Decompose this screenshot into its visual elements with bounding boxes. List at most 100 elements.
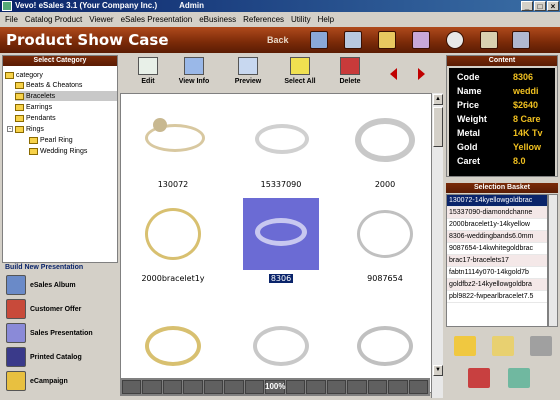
folder-icon	[15, 81, 24, 89]
next-arrow-icon[interactable]	[418, 68, 425, 80]
basket-list: 130072-14kyellowgoldbrac 15337090-diamon…	[446, 194, 548, 327]
product-thumbnail[interactable]: 130072	[123, 104, 223, 189]
basket-item[interactable]: goldfbz2-14kyellowgoldbra	[447, 279, 547, 291]
tree-item-bracelets[interactable]: Bracelets	[15, 91, 117, 101]
product-thumbnail[interactable]: 2000	[335, 104, 435, 189]
basket-item[interactable]: pbl9822-fwpearlbracelet7.5	[447, 291, 547, 303]
folder-icon	[5, 71, 14, 79]
printer-icon	[6, 347, 26, 367]
basket-item[interactable]: 9087654-14kwhitegoldbrac	[447, 243, 547, 255]
title-bar: Vevo! eSales 3.1 (Your Company Inc.) Adm…	[0, 0, 560, 12]
content-details: Code 8306 Name weddi Price $2640 Weight 8 Ca…	[449, 68, 555, 176]
esales-album-button[interactable]: eSales Album	[6, 274, 76, 296]
campaign-icon	[6, 371, 26, 391]
menu-ebusiness[interactable]: eBusiness	[197, 15, 241, 24]
open-folder-icon[interactable]	[454, 336, 476, 356]
gallery-scrollbar[interactable]: ▲ ▼	[431, 93, 443, 398]
ring-image	[243, 198, 319, 270]
field-value: Yellow	[513, 142, 542, 152]
field-value: $2640	[513, 100, 539, 110]
user-name: Admin	[179, 1, 204, 10]
field-label: Price	[457, 100, 480, 110]
album-icon[interactable]	[344, 31, 362, 49]
offer-icon	[6, 299, 26, 319]
catalog-icon[interactable]	[310, 31, 328, 49]
sales-presentation-button[interactable]: Sales Presentation	[6, 322, 93, 344]
folder-icon	[15, 103, 24, 111]
menu-catalog-product[interactable]: Catalog Product	[23, 15, 87, 24]
tree-item-category[interactable]: category	[5, 70, 43, 80]
view-info-button[interactable]: View Info	[170, 57, 218, 91]
view-info-icon	[184, 57, 204, 75]
ecampaign-button[interactable]: eCampaign	[6, 370, 68, 392]
basket-item[interactable]: fabtn1114y070-14kgold7b	[447, 267, 547, 279]
minimize-button[interactable]: _	[521, 1, 533, 11]
recycle-bin-icon[interactable]	[508, 368, 530, 388]
tree-item-wedding-rings[interactable]: Wedding Rings	[29, 146, 87, 156]
ring-image	[347, 104, 423, 176]
product-thumbnail[interactable]: 15337090	[231, 104, 331, 189]
field-value: 8.0	[513, 156, 526, 166]
content-panel-title: Content	[447, 56, 557, 66]
edit-button[interactable]: Edit	[124, 57, 172, 91]
menu-references[interactable]: References	[241, 15, 289, 24]
basket-item[interactable]: 8306-weddingbands6.0mm	[447, 231, 547, 243]
window-title: Vevo! eSales 3.1 (Your Company Inc.) Adm…	[15, 1, 204, 10]
back-button[interactable]: Back	[267, 35, 289, 45]
close-button[interactable]: ×	[547, 1, 559, 11]
menu-esales-presentation[interactable]: eSales Presentation	[119, 15, 198, 24]
menu-help[interactable]: Help	[316, 15, 339, 24]
printed-catalog-button[interactable]: Printed Catalog	[6, 346, 82, 368]
mail-icon[interactable]	[378, 31, 396, 49]
delete-button[interactable]: Delete	[326, 57, 374, 91]
basket-item[interactable]: brac17-bracelets17	[447, 255, 547, 267]
presentation-icon	[6, 323, 26, 343]
tree-item-beats[interactable]: Beats & Cheatons	[15, 80, 82, 90]
document-icon[interactable]	[412, 31, 430, 49]
menu-utility[interactable]: Utility	[289, 15, 316, 24]
content-panel: Content Code 8306 Name weddi Price $2640 We…	[446, 55, 558, 177]
computer-icon[interactable]	[530, 336, 552, 356]
product-thumbnail[interactable]: 9087654	[335, 198, 435, 283]
category-panel-title: Select Category	[3, 56, 117, 66]
product-gallery: 130072 15337090 2000 2000bracelet1y 8306…	[120, 93, 440, 393]
select-all-button[interactable]: Select All	[276, 57, 324, 91]
menu-file[interactable]: File	[3, 15, 23, 24]
scroll-up-icon[interactable]: ▲	[433, 94, 443, 105]
customer-offer-button[interactable]: Customer Offer	[6, 298, 81, 320]
maximize-button[interactable]: □	[534, 1, 546, 11]
product-thumbnail-selected[interactable]: 8306	[231, 198, 331, 283]
delete-selection-icon[interactable]	[468, 368, 490, 388]
field-value: 8306	[513, 72, 534, 82]
folder-icon	[15, 125, 24, 133]
folder-icon	[29, 147, 38, 155]
field-label: Caret	[457, 156, 481, 166]
preview-button[interactable]: Preview	[224, 57, 272, 91]
basket-item[interactable]: 130072-14kyellowgoldbrac	[447, 195, 547, 207]
scroll-down-icon[interactable]: ▼	[433, 365, 443, 376]
gallery-toolbar: Edit View Info Preview Select All Delete	[120, 55, 444, 93]
page-title: Product Show Case	[6, 31, 169, 49]
basket-scrollbar[interactable]	[548, 194, 558, 327]
tree-item-earrings[interactable]: Earrings	[15, 102, 52, 112]
product-thumbnail[interactable]: 2000bracelet1y	[123, 198, 223, 283]
previous-arrow-icon[interactable]	[390, 68, 397, 80]
presentation-title: Build New Presentation	[2, 262, 118, 272]
tree-item-pendants[interactable]: Pendants	[15, 113, 56, 123]
tree-item-pearl-ring[interactable]: Pearl Ring	[29, 135, 73, 145]
basket-item[interactable]: 2000bracelet1y-14kyellow	[447, 219, 547, 231]
header-bar: Product Show Case Back	[0, 27, 560, 53]
scroll-thumb[interactable]	[433, 107, 443, 147]
info-icon[interactable]	[480, 31, 498, 49]
basket-item[interactable]: 15337090-diamondchanne	[447, 207, 547, 219]
bracelet-image	[135, 104, 211, 176]
tree-item-rings[interactable]: - Rings	[7, 124, 44, 134]
collapse-icon[interactable]: -	[7, 126, 13, 132]
exit-icon[interactable]	[512, 31, 530, 49]
status-bar: 100%	[120, 378, 430, 396]
menu-viewer[interactable]: Viewer	[87, 15, 118, 24]
field-label: Gold	[457, 142, 478, 152]
save-folder-icon[interactable]	[492, 336, 514, 356]
clock-icon[interactable]	[446, 31, 464, 49]
field-value: weddi	[513, 86, 539, 96]
